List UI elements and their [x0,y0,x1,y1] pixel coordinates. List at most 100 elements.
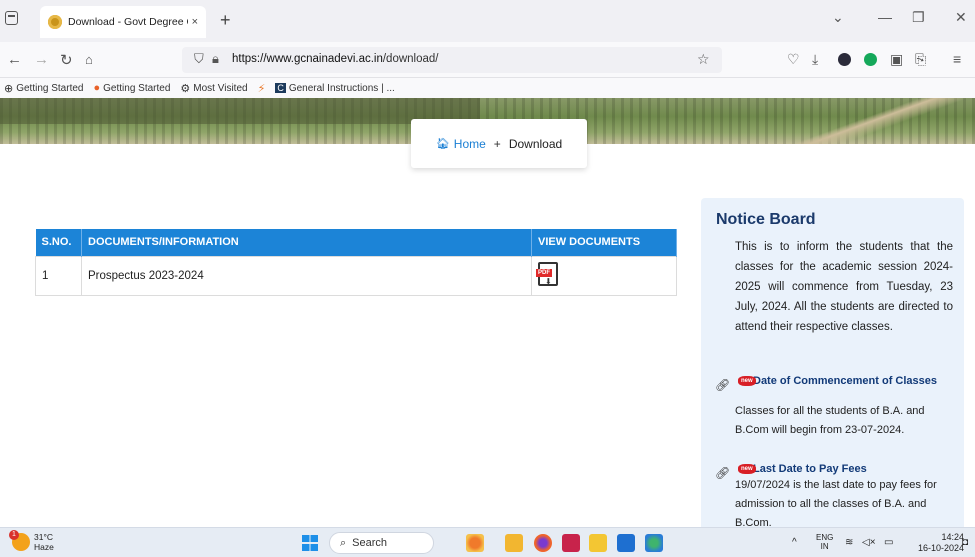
firefox-taskbar-icon[interactable] [534,534,552,552]
paperclip-icon: 🔗︎ [715,378,731,392]
lock-icon[interactable]: 🔒︎ [212,51,219,67]
extensions-icon[interactable]: ⎘ [915,51,926,68]
table-row: 1 Prospectus 2023-2024 PDF ⬇ [35,255,677,296]
column-header-view: VIEW DOCUMENTS [531,229,677,256]
widget-app-icon[interactable] [466,534,484,552]
app-yellow-icon[interactable] [589,534,607,552]
notice-board: Notice Board This is to inform the stude… [701,198,964,527]
weather-widget[interactable]: 1 31°C Haze [9,530,54,552]
column-header-sno: S.NO. [35,229,82,256]
home-icon[interactable]: ⌂ [85,52,93,67]
notice-board-title: Notice Board [716,211,816,228]
lang-bottom: IN [820,542,829,551]
breadcrumb-home-link[interactable]: 🏠︎ Home [436,137,486,151]
notice-intro: This is to inform the students that the … [735,241,953,333]
bookmark-label: Getting Started [103,82,171,94]
shield-icon[interactable]: ⛉ [194,51,204,67]
c-logo-icon: C [275,83,286,93]
extension-grammarly-icon[interactable] [864,53,877,66]
chevron-down-icon[interactable]: ⌄ [832,9,844,26]
url-path: /download/ [382,53,439,65]
reload-icon[interactable]: ↻ [60,51,73,69]
menu-icon[interactable]: ≡ [953,51,961,67]
clock-time: 14:24 [941,532,965,542]
volume-icon[interactable]: ◁× [862,537,876,548]
pdf-download-icon[interactable]: PDF ⬇ [536,262,558,286]
column-header-documents: DOCUMENTS/INFORMATION [81,229,532,256]
app-multicolor-icon[interactable] [645,534,663,552]
download-arrow-icon: ⬇ [545,277,552,286]
browser-tab-strip: Download - Govt Degree Colleg × + ⌄ — ❐ … [0,0,975,42]
bookmark-label: Getting Started [16,82,84,94]
banner-path [770,98,975,144]
address-bar[interactable]: ⛉ 🔒︎ https://www.gcnainadevi.ac.in/downl… [182,47,722,73]
search-label: Search [352,537,388,549]
clock-date: 16-10-2024 [918,543,965,553]
table-header-row: S.NO. DOCUMENTS/INFORMATION VIEW DOCUMEN… [35,229,677,256]
chevron-up-icon[interactable]: ^ [792,537,797,548]
bolt-icon: ⚡ [257,82,266,95]
weather-condition: Haze [34,542,54,552]
bookmark-general-instructions[interactable]: C General Instructions | ... [275,82,395,94]
pdf-label: PDF [536,269,552,277]
breadcrumb-current: Download [508,136,563,151]
bookmark-label: Most Visited [193,82,248,94]
home-icon: 🏠︎ [435,138,450,150]
bookmark-getting-started-1[interactable]: ⊕ Getting Started [4,82,83,95]
extension-reader-icon[interactable]: ▣ [890,51,903,68]
battery-icon[interactable]: ▭ [884,537,893,548]
breadcrumb-separator: + [493,136,501,151]
file-explorer-icon[interactable] [505,534,523,552]
windows-start-icon[interactable] [302,535,318,551]
bookmark-label: General Instructions | ... [288,82,395,94]
clock[interactable]: 14:24 16-10-2024 [918,532,964,554]
restore-button[interactable]: ❐ [912,9,925,26]
breadcrumb-home-label: Home [453,136,486,151]
notice-item-body: Classes for all the students of B.A. and… [735,405,925,436]
new-tab-button[interactable]: + [220,10,231,31]
notice-item-title[interactable]: Last Date to Pay Fees [735,462,945,477]
weather-sun-icon: 1 [9,530,30,551]
language-indicator[interactable]: ENG IN [816,533,833,551]
college-favicon-icon [48,15,62,29]
documents-table: S.NO. DOCUMENTS/INFORMATION VIEW DOCUMEN… [35,229,677,296]
weather-badge: 1 [9,530,19,540]
bookmark-star-icon[interactable]: ☆ [697,51,710,68]
cell-view: PDF ⬇ [531,255,677,296]
paperclip-icon: 🔗︎ [715,466,731,480]
banner-trees [0,98,480,124]
tab-download[interactable]: Download - Govt Degree Colleg × [40,6,206,38]
url-host: https://www.gcnainadevi.ac.in [232,53,383,65]
bookmarks-bar: ⊕ Getting Started ● Getting Started ⚙ Most … [0,78,975,98]
new-badge: new [738,376,756,386]
notice-item-title[interactable]: Date of Commencement of Classes [735,374,945,389]
tab-close-button[interactable]: × [192,16,198,28]
web-page: 🏠︎ Home + Download S.NO. DOCUMENTS/INFORM… [0,98,975,527]
bookmark-most-visited[interactable]: ⚙ Most Visited [180,82,247,95]
minimize-button[interactable]: — [878,9,892,25]
extension-v-icon[interactable] [838,53,851,66]
downloads-icon[interactable]: ⤓ [812,51,818,68]
search-icon: ⌕ [340,536,347,549]
lang-top: ENG [816,533,834,542]
navigation-toolbar: ← → ↻ ⌂ ⛉ 🔒︎ https://www.gcnainadevi.ac.… [0,42,975,78]
gear-icon: ⚙ [180,82,191,95]
wifi-icon[interactable]: ≋ [845,537,853,548]
back-arrow-icon[interactable]: ← [7,51,22,68]
taskbar-search[interactable]: ⌕ Search [329,532,434,554]
pocket-icon[interactable]: ♡ [787,51,800,68]
close-window-button[interactable]: ✕ [955,9,967,26]
notification-icon[interactable]: ◘ [962,537,968,548]
url-text[interactable]: https://www.gcnainadevi.ac.in/download/ [232,53,438,65]
temperature: 31°C [34,532,53,542]
word-icon[interactable] [617,534,635,552]
tab-list-icon[interactable] [5,11,18,25]
bookmark-getting-started-2[interactable]: ● Getting Started [93,82,170,94]
cell-document: Prospectus 2023-2024 [81,255,532,296]
windows-taskbar: 1 31°C Haze ⌕ Search ^ ENG IN ≋ ◁× ▭ 14:24 1… [0,527,975,557]
cell-sno: 1 [35,255,82,296]
app-red-icon[interactable] [562,534,580,552]
bookmark-bolt[interactable]: ⚡ [258,82,266,95]
new-badge: new [738,464,756,474]
forward-arrow-icon[interactable]: → [34,51,49,68]
